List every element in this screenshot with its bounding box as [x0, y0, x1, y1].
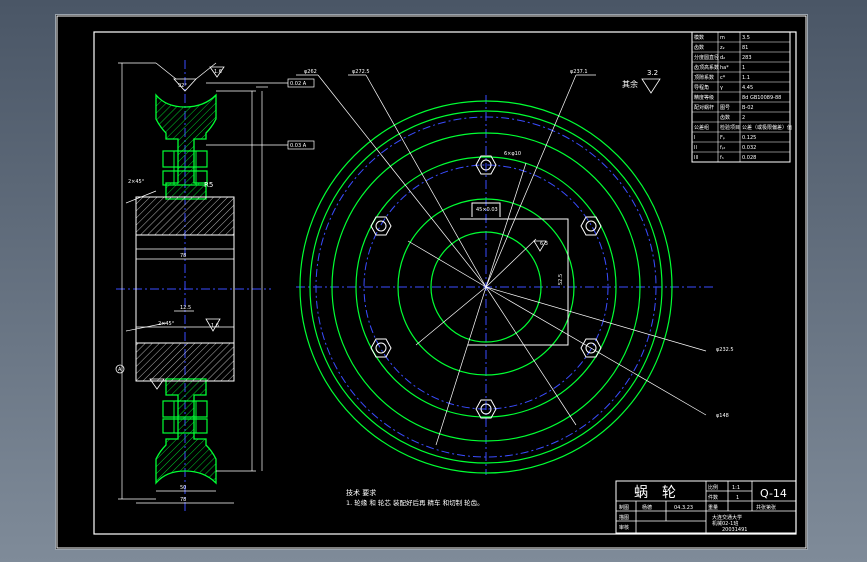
- roughness-a-value: 1.6: [214, 69, 222, 75]
- dim-w2: 50: [180, 485, 186, 491]
- param-table-cell: 0.032: [742, 145, 756, 151]
- dim-width-inner: 78: [180, 253, 186, 259]
- tolerance-2: 0.03 A: [290, 143, 307, 149]
- sheet-label: 共张第张: [756, 504, 776, 511]
- param-table-cell: 3.5: [742, 35, 750, 41]
- drawn-date: 04.3.23: [674, 505, 693, 511]
- dim-d5: φ148: [716, 413, 729, 419]
- param-table-cell: 4.45: [742, 85, 753, 91]
- hub-top: [135, 196, 235, 236]
- param-table-cell: 公差（或极限偏差）值: [742, 124, 792, 131]
- param-table-cell: m: [720, 35, 725, 41]
- tolerance-1: 0.02 A: [290, 81, 307, 87]
- qty-value: 1: [736, 495, 739, 501]
- param-table-cell: 模数: [694, 34, 704, 41]
- param-table-cell: 精度等级: [694, 94, 714, 101]
- param-table-cell: 283: [742, 55, 752, 61]
- param-table-cell: 齿数: [694, 44, 704, 51]
- cad-drawing: 92° 2×45° R5 2×45° 78 12.5 50 78 A 1.6 1…: [56, 15, 807, 549]
- param-table-cell: 公差组: [694, 124, 709, 131]
- review-label: 审核: [619, 524, 629, 531]
- front-leader-lines: [296, 74, 707, 446]
- param-table-cell: 81: [742, 45, 748, 51]
- class-name: 机械02-1班: [712, 520, 738, 527]
- param-table-cell: c*: [720, 75, 726, 81]
- dim-d2: φ272.5: [352, 69, 370, 75]
- dim-roughness: 6.3: [540, 241, 548, 247]
- param-table-cell: 1.1: [742, 75, 750, 81]
- param-table-cell: fₚₜ: [720, 145, 726, 151]
- param-table-cell: γ: [720, 85, 723, 91]
- dim-d3: φ237.1: [570, 69, 588, 75]
- param-table-cell: 图号: [720, 105, 730, 111]
- drawn-name: 杨德: [642, 504, 652, 511]
- student-id: 20031491: [722, 527, 747, 533]
- dim-chamfer-bottom: 2×45°: [158, 321, 175, 327]
- front-view: φ262 φ272.5 φ237.1 6×φ10 45×0.03 6.3 φ23…: [296, 69, 734, 475]
- drawing-sheet: 92° 2×45° R5 2×45° 78 12.5 50 78 A 1.6 1…: [55, 14, 808, 550]
- param-table-cell: 8d GB10089-88: [742, 95, 781, 101]
- weight-label: 重量: [708, 504, 718, 511]
- side-section-view: 92° 2×45° R5 2×45° 78 12.5 50 78 A 1.6 1…: [115, 60, 315, 511]
- param-table-cell: fₕ: [720, 155, 724, 161]
- dim-angle: 92°: [178, 83, 187, 89]
- param-table-cell: 分度圆直径: [694, 54, 719, 61]
- title-block: 蜗 轮 Q-14 比例 1:1 件数 1 重量 共张第张 制图 杨德 04.3.…: [615, 480, 797, 534]
- qty-label: 件数: [708, 494, 718, 501]
- dim-chamfer-top: 2×45°: [128, 179, 145, 185]
- tech-note-line: 1. 轮缘 和 轮芯 装配好后再 精车 和切制 轮齿。: [346, 498, 484, 507]
- param-table-cell: B-02: [742, 105, 754, 111]
- dim-key: 45×0.03: [476, 207, 498, 213]
- drawn-label: 制图: [619, 504, 629, 511]
- hub-bottom: [135, 342, 235, 382]
- param-table-cell: 0.125: [742, 135, 756, 141]
- roughness-rest-symbol: [641, 78, 661, 94]
- param-table-cell: 检验项目: [720, 124, 740, 131]
- surface-rest-value: 3.2: [647, 69, 658, 77]
- check-label: 描图: [619, 514, 629, 521]
- param-table-cell: 0.028: [742, 155, 756, 161]
- dim-hole: 6×φ10: [504, 151, 521, 157]
- param-table-cell: 导程角: [694, 84, 709, 91]
- parameter-table: 模数 m 3.5 齿数 z₂ 81 分度圆直径 d₂ 283 齿顶高系数 ha* 1 顶隙系数 c* 1.1…: [691, 31, 792, 163]
- datum-a-label: A: [118, 367, 122, 373]
- scale-label: 比例: [708, 484, 718, 491]
- dim-len: 52.5: [558, 274, 564, 285]
- part-name: 蜗 轮: [634, 485, 676, 501]
- dim-radius: R5: [204, 181, 213, 189]
- param-table-cell: Fₚ: [720, 135, 725, 141]
- param-table-cell: II: [694, 145, 697, 151]
- param-table-cell: ha*: [720, 65, 729, 71]
- param-table-cell: 齿顶高系数: [694, 64, 719, 71]
- roughness-b-value: 1.6: [211, 323, 219, 329]
- param-table-cell: z₂: [720, 45, 725, 51]
- school-name: 大连交通大学: [712, 514, 742, 521]
- surface-rest-label: 其余: [622, 79, 638, 89]
- scale-value: 1:1: [732, 485, 740, 491]
- keyway-outline: [460, 202, 569, 346]
- param-table-cell: d₂: [720, 55, 725, 61]
- param-table-cell: 配对蜗杆: [694, 104, 714, 111]
- param-table-cell: 顶隙系数: [694, 74, 714, 81]
- dim-w3: 78: [180, 497, 186, 503]
- param-table-cell: 齿数: [720, 114, 730, 121]
- drawing-code: Q-14: [760, 487, 787, 500]
- param-table-cell: I: [694, 135, 695, 141]
- param-table-cell: 1: [742, 65, 745, 71]
- dim-d4: φ232.5: [716, 347, 734, 353]
- dim-d1: φ262: [304, 69, 317, 75]
- param-table-cell: 2: [742, 115, 745, 121]
- dim-w1: 12.5: [180, 305, 191, 311]
- tech-note-title: 技术 要求: [346, 488, 376, 497]
- param-table-cell: III: [694, 155, 698, 161]
